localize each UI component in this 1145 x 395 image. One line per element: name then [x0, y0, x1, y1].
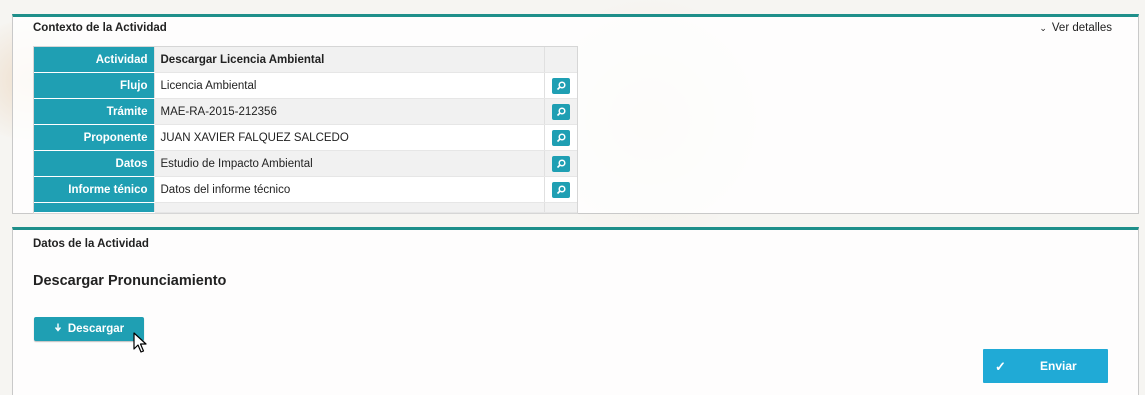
row-label: Informe ténico — [34, 176, 154, 203]
submit-button-label: Enviar — [1040, 359, 1077, 373]
search-icon[interactable] — [552, 129, 570, 146]
row-action-cell — [544, 150, 577, 177]
table-row: Flujo Licencia Ambiental — [34, 72, 577, 99]
table-row: Informe ténico Datos del informe técnico — [34, 176, 577, 203]
row-label: Proponente — [34, 124, 154, 151]
row-value — [153, 202, 545, 213]
table-row: Datos Estudio de Impacto Ambiental — [34, 150, 577, 177]
row-action-cell — [544, 72, 577, 99]
panel-title: Datos de la Actividad — [33, 238, 149, 250]
row-value: Estudio de Impacto Ambiental — [153, 150, 545, 177]
chevron-down-icon: ⌄ — [1039, 22, 1047, 33]
row-label: Actividad — [34, 47, 154, 73]
table-row: Actividad Descargar Licencia Ambiental — [34, 47, 577, 73]
row-value: Descargar Licencia Ambiental — [153, 47, 545, 73]
row-label: Datos — [34, 150, 154, 177]
table-row — [34, 202, 577, 213]
download-button[interactable]: Descargar — [34, 317, 144, 341]
table-row: Proponente JUAN XAVIER FALQUEZ SALCEDO — [34, 124, 577, 151]
panel-title: Contexto de la Actividad — [33, 22, 167, 34]
download-icon — [54, 323, 62, 335]
table-row: Trámite MAE-RA-2015-212356 — [34, 98, 577, 125]
checkmark-icon: ✓ — [995, 359, 1006, 374]
row-action-cell — [544, 47, 577, 73]
search-icon[interactable] — [552, 77, 570, 94]
row-action-cell — [544, 124, 577, 151]
view-details-toggle[interactable]: ⌄ Ver detalles — [1039, 22, 1112, 34]
row-value: Licencia Ambiental — [153, 72, 545, 99]
row-action-cell — [544, 98, 577, 125]
activity-context-panel: Contexto de la Actividad ⌄ Ver detalles … — [12, 14, 1139, 214]
row-value: Datos del informe técnico — [153, 176, 545, 203]
row-value: MAE-RA-2015-212356 — [153, 98, 545, 125]
search-icon[interactable] — [552, 181, 570, 198]
row-label: Flujo — [34, 72, 154, 99]
activity-data-panel: Datos de la Actividad Descargar Pronunci… — [12, 227, 1139, 395]
submit-button[interactable]: ✓ Enviar — [983, 349, 1108, 383]
row-action-cell — [544, 176, 577, 203]
row-label — [34, 202, 154, 213]
download-button-label: Descargar — [67, 323, 125, 335]
search-icon[interactable] — [552, 155, 570, 172]
search-icon[interactable] — [552, 103, 570, 120]
row-action-cell — [544, 202, 577, 213]
row-label: Trámite — [34, 98, 154, 125]
activity-heading: Descargar Pronunciamiento — [33, 273, 227, 289]
view-details-label: Ver detalles — [1051, 22, 1112, 34]
context-table: Actividad Descargar Licencia Ambiental F… — [33, 46, 578, 214]
row-value: JUAN XAVIER FALQUEZ SALCEDO — [153, 124, 545, 151]
